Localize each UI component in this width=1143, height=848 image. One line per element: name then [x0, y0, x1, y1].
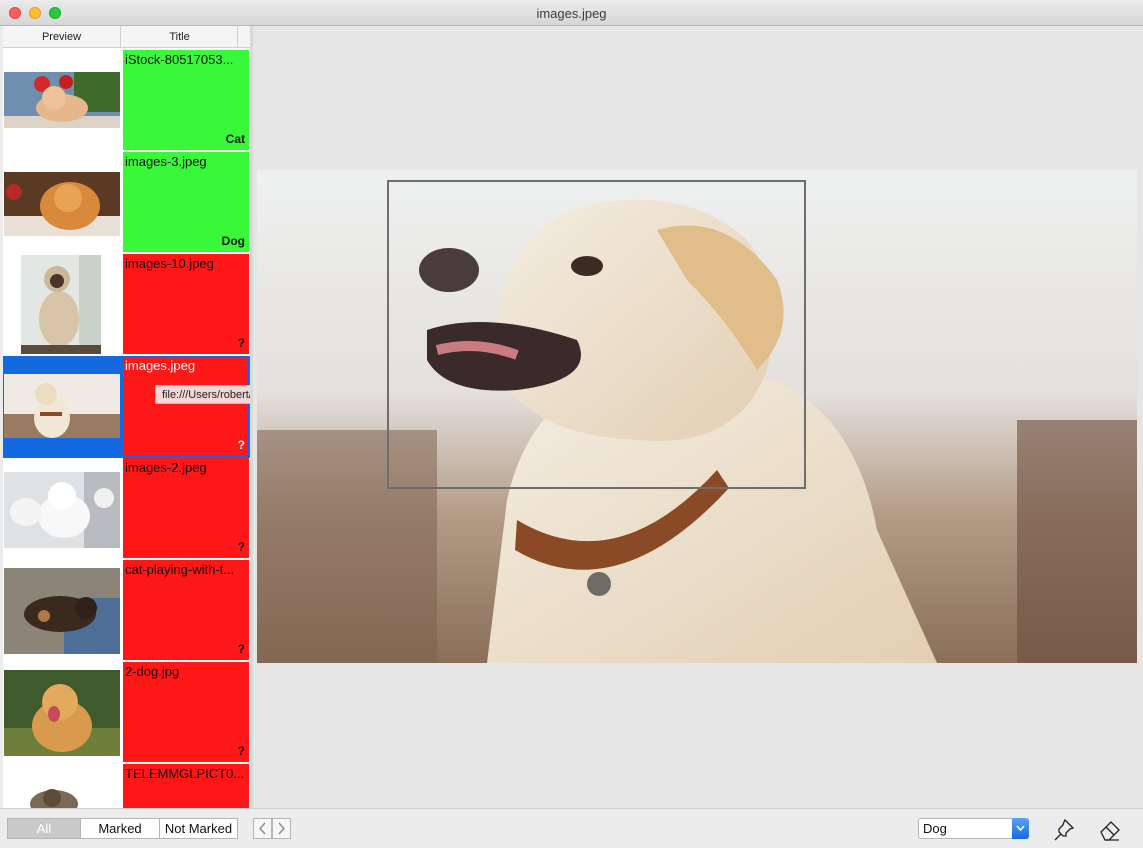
column-header-preview[interactable]: Preview — [3, 26, 121, 48]
bounding-box[interactable] — [387, 180, 806, 489]
image-viewer[interactable] — [253, 26, 1143, 808]
cat-thumbnail-image — [4, 568, 120, 654]
title-cell: images-3.jpeg Dog — [123, 152, 249, 252]
thumbnail — [3, 152, 121, 252]
thumbnail — [3, 458, 121, 558]
thumbnail — [3, 356, 121, 456]
dog-thumbnail-image — [4, 472, 120, 548]
row-label: ? — [237, 336, 245, 350]
title-cell: cat-playing-with-t... ? — [123, 560, 249, 660]
image-list[interactable]: Preview Title iStock-80517053... Cat ima… — [3, 26, 250, 808]
thumbnail — [3, 560, 121, 660]
list-row[interactable]: images-3.jpeg Dog — [3, 152, 250, 254]
filter-marked-button[interactable]: Marked — [80, 818, 160, 839]
chevron-right-icon — [278, 822, 285, 835]
row-label: Cat — [225, 132, 245, 146]
list-row[interactable]: images-10.jpeg ? — [3, 254, 250, 356]
bottom-toolbar: All Marked Not Marked Dog — [0, 808, 1143, 848]
eraser-button[interactable] — [1097, 817, 1123, 841]
title-bar: images.jpeg — [0, 0, 1143, 26]
row-label: ? — [237, 540, 245, 554]
pin-icon — [1054, 818, 1075, 841]
row-label: Dog — [221, 234, 245, 248]
list-row[interactable]: 2-dog.jpg ? — [3, 662, 250, 764]
thumbnail — [3, 662, 121, 762]
thumbnail — [3, 254, 121, 354]
title-cell: TELEMMGLPICT0... — [123, 764, 249, 808]
dog-thumbnail-image — [4, 670, 120, 756]
row-title: images-3.jpeg — [125, 154, 207, 169]
eraser-icon — [1100, 821, 1120, 841]
chevron-left-icon — [259, 822, 266, 835]
filter-all-button[interactable]: All — [7, 818, 81, 839]
cat-thumbnail-image — [4, 778, 120, 808]
label-select-value: Dog — [923, 821, 947, 836]
row-title: images-10.jpeg — [125, 256, 214, 271]
list-row[interactable]: images-2.jpeg ? — [3, 458, 250, 560]
label-select[interactable]: Dog — [918, 818, 1029, 839]
dog-thumbnail-image — [4, 172, 120, 236]
list-row[interactable]: TELEMMGLPICT0... — [3, 764, 250, 808]
thumbnail — [3, 764, 121, 808]
title-cell: images-2.jpeg ? — [123, 458, 249, 558]
row-title: cat-playing-with-t... — [125, 562, 235, 577]
cat-thumbnail-image — [21, 255, 101, 354]
pin-button[interactable] — [1051, 817, 1077, 841]
thumbnail — [3, 50, 121, 150]
filter-not-marked-button[interactable]: Not Marked — [159, 818, 238, 839]
list-row[interactable]: cat-playing-with-t... ? — [3, 560, 250, 662]
row-title: images-2.jpeg — [125, 460, 207, 475]
row-label: ? — [237, 744, 245, 758]
title-cell: 2-dog.jpg ? — [123, 662, 249, 762]
row-label: ? — [237, 438, 245, 452]
next-button[interactable] — [272, 818, 291, 839]
app-window: images.jpeg Preview Title iStock-8051705… — [0, 0, 1143, 848]
dog-thumbnail-image — [4, 374, 120, 438]
title-cell: images-10.jpeg ? — [123, 254, 249, 354]
list-header: Preview Title — [3, 26, 250, 48]
window-title: images.jpeg — [536, 6, 607, 21]
row-title: iStock-80517053... — [125, 52, 234, 67]
list-row[interactable]: iStock-80517053... Cat — [3, 50, 250, 152]
previous-button[interactable] — [253, 818, 272, 839]
row-title: images.jpeg — [125, 358, 196, 373]
row-title: 2-dog.jpg — [125, 664, 180, 679]
column-header-title[interactable]: Title — [122, 26, 238, 48]
list-row-selected[interactable]: images.jpeg ? — [3, 356, 250, 458]
cat-thumbnail-image — [4, 72, 120, 128]
row-label: ? — [237, 642, 245, 656]
row-title: TELEMMGLPICT0... — [125, 766, 245, 781]
title-cell: iStock-80517053... Cat — [123, 50, 249, 150]
title-cell: images.jpeg ? — [123, 356, 249, 456]
chevron-down-icon[interactable] — [1012, 818, 1029, 839]
